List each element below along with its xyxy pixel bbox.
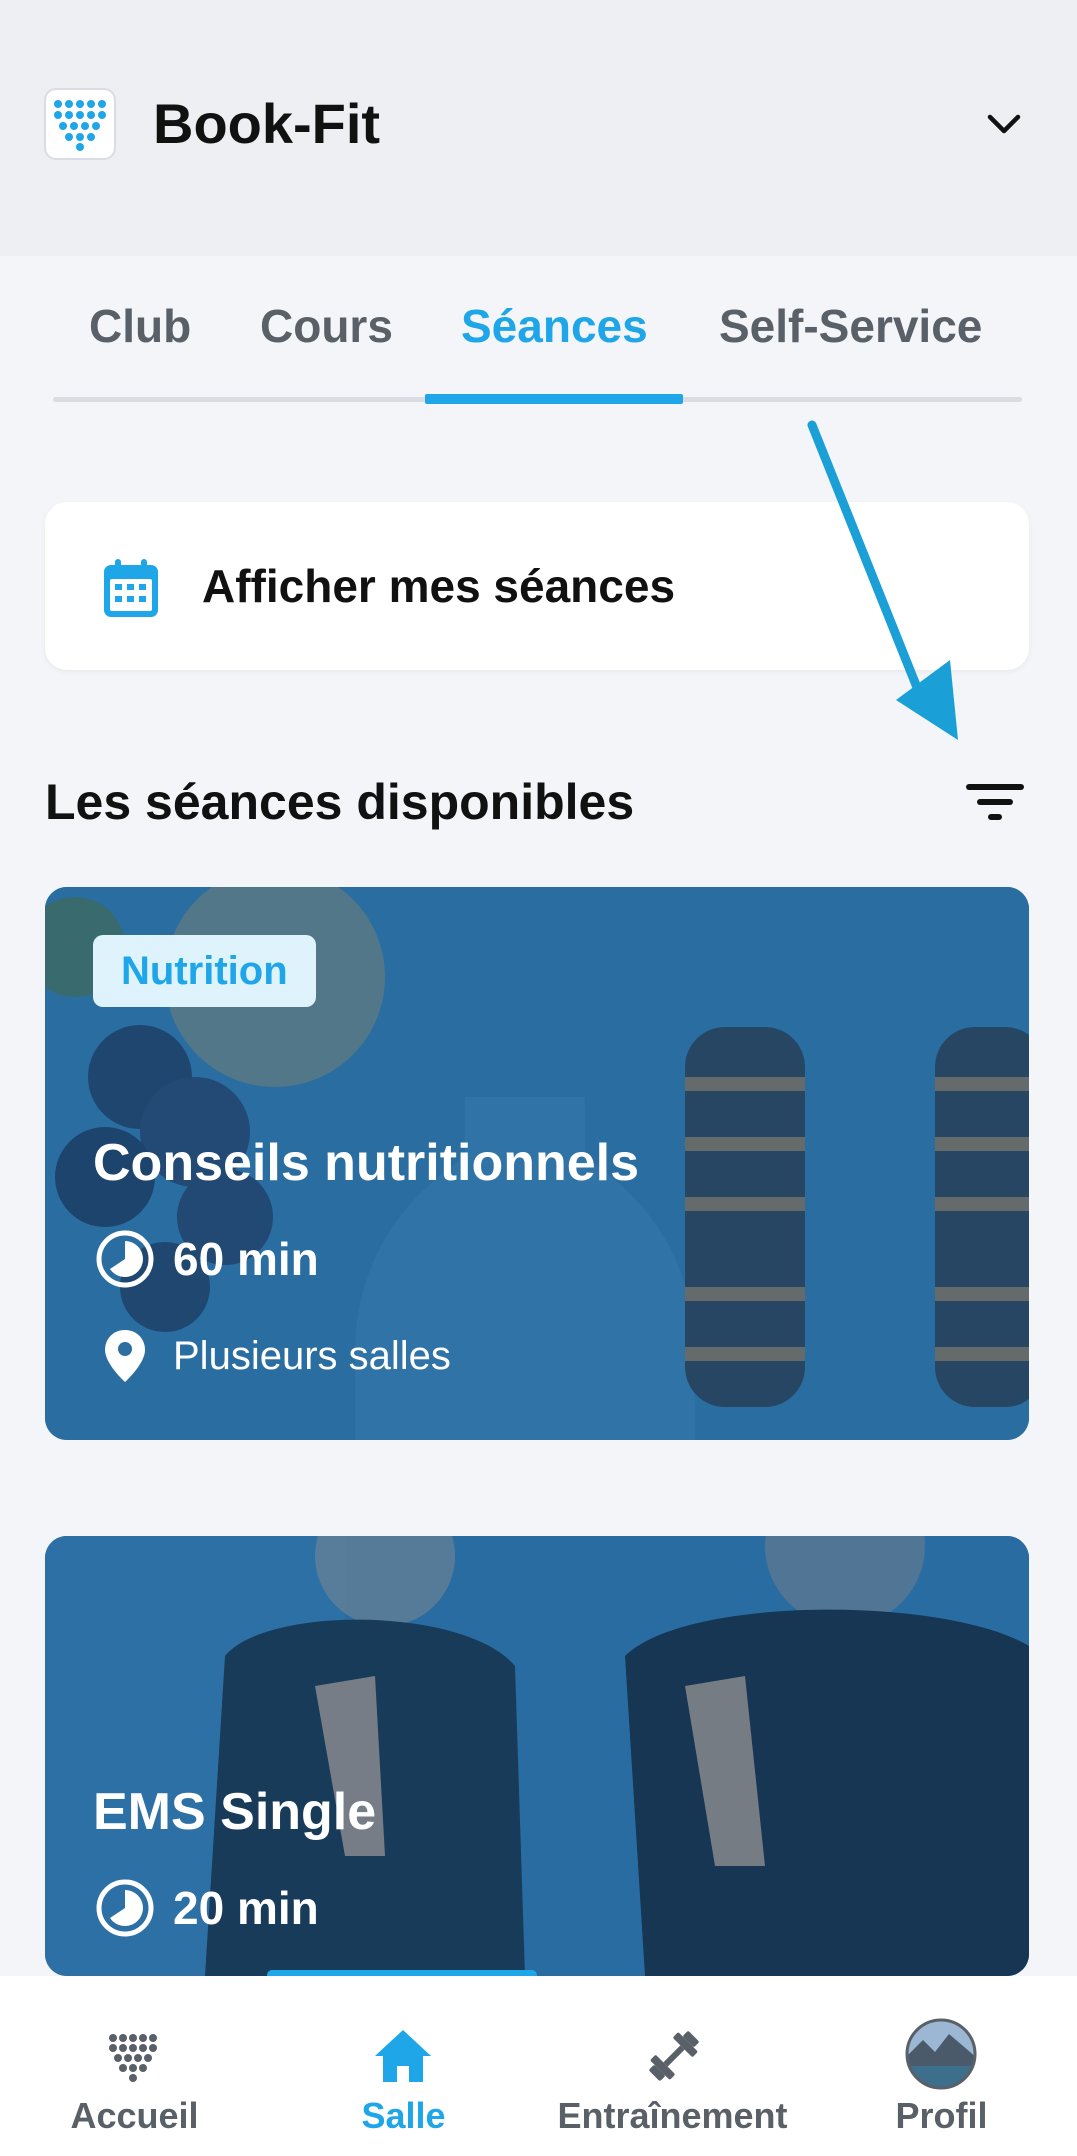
clock-icon: [96, 1879, 154, 1937]
session-card[interactable]: EMS Single 20 min: [45, 1536, 1029, 1976]
tab-cours[interactable]: Cours: [260, 296, 393, 356]
nav-label: Salle: [361, 2095, 446, 2136]
home-icon: [375, 2030, 431, 2082]
filter-icon[interactable]: [960, 770, 1030, 834]
category-badge: Nutrition: [93, 935, 316, 1007]
tab-seances[interactable]: Séances: [461, 296, 648, 356]
active-tab-indicator: [425, 394, 683, 404]
session-title: Conseils nutritionnels: [93, 1134, 640, 1192]
nav-label: Accueil: [70, 2095, 199, 2136]
session-card[interactable]: Nutrition Conseils nutritionnels 60 min …: [45, 887, 1029, 1440]
nav-entrainement[interactable]: Entraînement: [538, 1976, 807, 2156]
duration-text: 60 min: [173, 1233, 319, 1285]
dumbbell-icon: [649, 2031, 699, 2081]
session-title: EMS Single: [93, 1783, 377, 1841]
clock-icon: [96, 1230, 154, 1288]
bottom-navigation: Accueil Salle Entraînement Profil: [0, 1976, 1077, 2156]
nav-label: Profil: [895, 2095, 988, 2136]
show-my-sessions-label: Afficher mes séances: [202, 560, 676, 612]
app-header: Book-Fit: [0, 0, 1077, 256]
show-my-sessions-button[interactable]: Afficher mes séances: [45, 502, 1029, 670]
session-location: Plusieurs salles: [93, 1324, 451, 1388]
nav-accueil[interactable]: Accueil: [0, 1976, 269, 2156]
duration-text: 20 min: [173, 1882, 319, 1934]
app-logo-icon: [44, 88, 116, 160]
location-text: Plusieurs salles: [173, 1333, 451, 1378]
tab-bar: Club Cours Séances Self-Service: [0, 256, 1077, 406]
nav-label: Entraînement: [557, 2095, 788, 2136]
tab-self-service[interactable]: Self-Service: [719, 296, 982, 356]
location-pin-icon: [105, 1330, 145, 1382]
nav-salle[interactable]: Salle: [269, 1976, 538, 2156]
dots-logo-icon: [109, 2034, 157, 2082]
nav-profil[interactable]: Profil: [807, 1976, 1076, 2156]
session-duration: 20 min: [93, 1876, 319, 1940]
session-duration: 60 min: [93, 1227, 319, 1291]
chevron-down-icon[interactable]: [980, 100, 1028, 148]
section-title: Les séances disponibles: [45, 774, 635, 830]
calendar-icon: [104, 559, 158, 617]
app-title: Book-Fit: [153, 92, 381, 155]
avatar: [905, 2018, 977, 2090]
tab-club[interactable]: Club: [89, 296, 191, 356]
